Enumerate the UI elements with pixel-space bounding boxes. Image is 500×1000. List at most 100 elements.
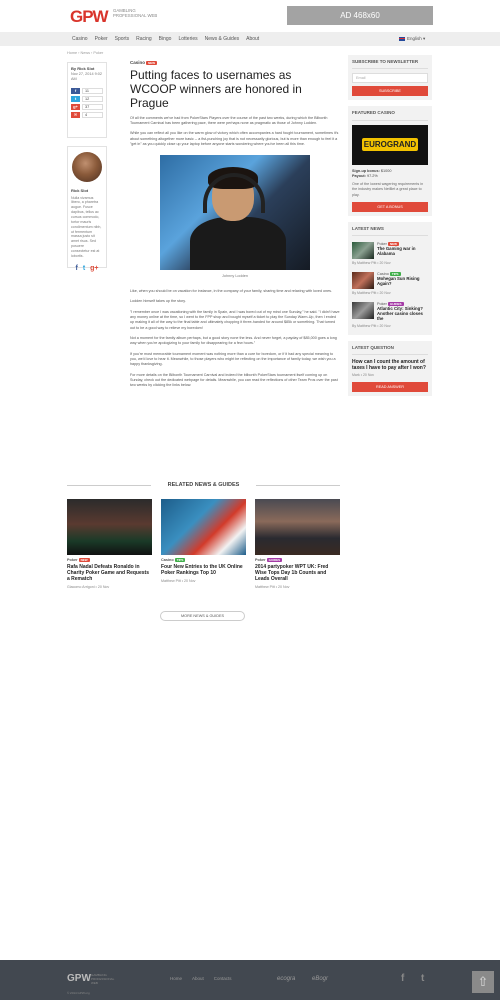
read-answer-button[interactable]: READ ANSWER	[352, 382, 428, 393]
footer-logo[interactable]: GPW	[67, 974, 91, 984]
related-card-title[interactable]: 2014 partypoker WPT UK: Fred Wise Tops D…	[255, 564, 340, 582]
footer-link-home[interactable]: Home	[170, 976, 182, 982]
newsletter-widget: SUBSCRIBE TO NEWSLETTER Email SUBSCRIBE	[348, 55, 432, 101]
article-paragraph: For more details on the Bilbonth Tournam…	[130, 372, 338, 388]
news-thumb[interactable]	[352, 301, 374, 319]
article-category[interactable]: Casino	[130, 60, 145, 65]
facebook-icon: f	[71, 88, 80, 95]
related-grid: Poker NEW Rafa Nadal Defeats Ronaldo in …	[67, 498, 340, 590]
site-logo-tagline: GAMBLING PROFESSIONAL WEB	[113, 8, 158, 19]
author-bio: Nulla vivamus libero, a pharetra augue. …	[71, 195, 102, 258]
share-twitter[interactable]: t 12	[71, 96, 103, 103]
bonus-value: $1000	[380, 168, 392, 173]
news-item[interactable]: Poker GUIDES Atlantic City: Sinking? Ano…	[352, 301, 428, 329]
casino-logo[interactable]: EUROGRAND	[352, 124, 428, 165]
news-title[interactable]: The Gaming war in Alabama	[377, 246, 428, 257]
article-paragraph: Not a moment for the family album perhap…	[130, 335, 337, 346]
footer-links: Home About Contacts	[170, 976, 232, 982]
related-card-image[interactable]	[161, 498, 246, 555]
scroll-to-top-button[interactable]: ⇧	[472, 971, 494, 993]
more-news-button[interactable]: MORE NEWS & GUIDES	[160, 611, 245, 621]
article-photo	[160, 155, 310, 271]
author-social-links: f t g+	[71, 264, 103, 274]
featured-heading: FEATURED CASINO	[352, 110, 428, 121]
subscribe-button[interactable]: SUBSCRIBE	[352, 86, 428, 97]
related-card-badge: TIPS	[174, 557, 186, 562]
bonus-label: Sign-up bonus:	[352, 168, 380, 173]
article-paragraph: Of all the comments we've had from Poker…	[130, 115, 328, 126]
payout-label: Payout:	[352, 173, 366, 178]
question-meta: Mark • 20 Nov	[352, 373, 375, 378]
nav-item-lotteries[interactable]: Lotteries	[178, 36, 197, 43]
share-google[interactable]: g+ 37	[71, 104, 103, 111]
related-card-meta: Matthew Pitt • 20 Nov	[161, 579, 196, 583]
related-card-title[interactable]: Four New Entries to the UK Online Poker …	[161, 564, 246, 576]
sidebar: SUBSCRIBE TO NEWSLETTER Email SUBSCRIBE …	[348, 55, 432, 397]
news-item[interactable]: Casino TIPS Mohegan Sun Rising Again? By…	[352, 271, 428, 296]
article-paragraph: If you're most memorable tournament mome…	[130, 351, 336, 367]
partner-logo-ecogra[interactable]: ecogra	[277, 975, 295, 983]
language-selector[interactable]: English ▾	[399, 36, 425, 42]
breadcrumb[interactable]: Home › News › Poker	[67, 51, 103, 56]
nav-item-about[interactable]: About	[246, 36, 259, 43]
article-paragraph: Lodden himself takes up the story.	[130, 299, 186, 304]
footer-link-contacts[interactable]: Contacts	[214, 976, 232, 982]
footer-link-about[interactable]: About	[192, 976, 204, 982]
newsletter-heading: SUBSCRIBE TO NEWSLETTER	[352, 59, 428, 70]
site-footer: GPW GAMBLING PROFESSIONAL WEB © 2014 GPW…	[0, 960, 500, 1000]
site-logo[interactable]: GPW	[70, 8, 109, 25]
email-icon: ✉	[71, 112, 80, 119]
nav-item-poker[interactable]: Poker	[95, 36, 108, 43]
news-title[interactable]: Mohegan Sun Rising Again?	[377, 276, 428, 287]
nav-item-casino[interactable]: Casino	[72, 36, 88, 43]
twitter-icon: t	[71, 96, 80, 103]
article-paragraph: Like, when you should be on vacation for…	[130, 288, 333, 293]
author-name[interactable]: Rick Slot	[71, 188, 103, 194]
google-plus-icon[interactable]: g+	[90, 264, 98, 274]
related-card[interactable]: Casino TIPS Four New Entries to the UK O…	[161, 498, 246, 590]
news-thumb[interactable]	[352, 271, 374, 289]
nav-item-bingo[interactable]: Bingo	[159, 36, 172, 43]
related-card-badge: GUIDES	[266, 557, 283, 562]
related-card-image[interactable]	[255, 498, 340, 555]
facebook-icon[interactable]: f	[401, 972, 404, 986]
nav-item-racing[interactable]: Racing	[136, 36, 152, 43]
related-card-meta: Giacomo Arrigoni • 20 Nov	[67, 585, 110, 589]
photo-caption: Johnny Lodden	[222, 274, 248, 279]
nav-items: Casino Poker Sports Racing Bingo Lotteri…	[72, 32, 259, 46]
question-text[interactable]: How can I count the amount of taxes I ha…	[352, 359, 428, 371]
article-paragraph: "I remember once I was vacationing with …	[130, 309, 340, 330]
article-category-row: Casino NEW	[130, 60, 340, 66]
article-paragraph: While you can reflect all you like on th…	[130, 131, 339, 147]
twitter-icon[interactable]: t	[83, 264, 85, 274]
nav-item-sports[interactable]: Sports	[115, 36, 129, 43]
news-item[interactable]: Poker NEW The Gaming war in Alabama By M…	[352, 242, 428, 266]
latest-question-widget: LATEST QUESTION How can I count the amou…	[348, 340, 432, 397]
casino-description: One of the lowest wagering requirements …	[352, 182, 424, 197]
email-count: 4	[82, 112, 103, 119]
related-card-badge: NEW	[78, 557, 90, 562]
related-card-image[interactable]	[67, 498, 152, 555]
partner-logo-ebogr[interactable]: eBogr	[312, 975, 328, 983]
nav-item-news-guides[interactable]: News & Guides	[205, 36, 239, 43]
share-facebook[interactable]: f 11	[71, 88, 103, 95]
footer-logo-tagline: GAMBLING PROFESSIONAL WEB	[91, 973, 115, 985]
newsletter-email-input[interactable]: Email	[352, 73, 428, 84]
news-title[interactable]: Atlantic City: Sinking? Another casino c…	[377, 306, 428, 322]
article: Casino NEW Putting faces to usernames as…	[130, 60, 340, 389]
article-title: Putting faces to usernames as WCOOP winn…	[130, 68, 302, 110]
news-byline: By Matthew Pitt • 20 Nov	[352, 323, 391, 328]
news-thumb[interactable]	[352, 242, 374, 260]
get-bonus-button[interactable]: GET A BONUS	[352, 201, 428, 212]
google-count: 37	[82, 104, 103, 111]
related-card-category: Casino	[161, 557, 174, 562]
related-card[interactable]: Poker GUIDES 2014 partypoker WPT UK: Fre…	[255, 498, 340, 590]
author-avatar	[72, 152, 102, 182]
banner-ad[interactable]: AD 468x60	[287, 6, 433, 25]
related-card-title[interactable]: Rafa Nadal Defeats Ronaldo in Charity Po…	[67, 564, 152, 582]
question-heading: LATEST QUESTION	[352, 345, 428, 356]
related-card[interactable]: Poker NEW Rafa Nadal Defeats Ronaldo in …	[67, 498, 152, 590]
twitter-icon[interactable]: t	[421, 972, 424, 986]
facebook-icon[interactable]: f	[75, 264, 77, 274]
share-email[interactable]: ✉ 4	[71, 112, 103, 119]
